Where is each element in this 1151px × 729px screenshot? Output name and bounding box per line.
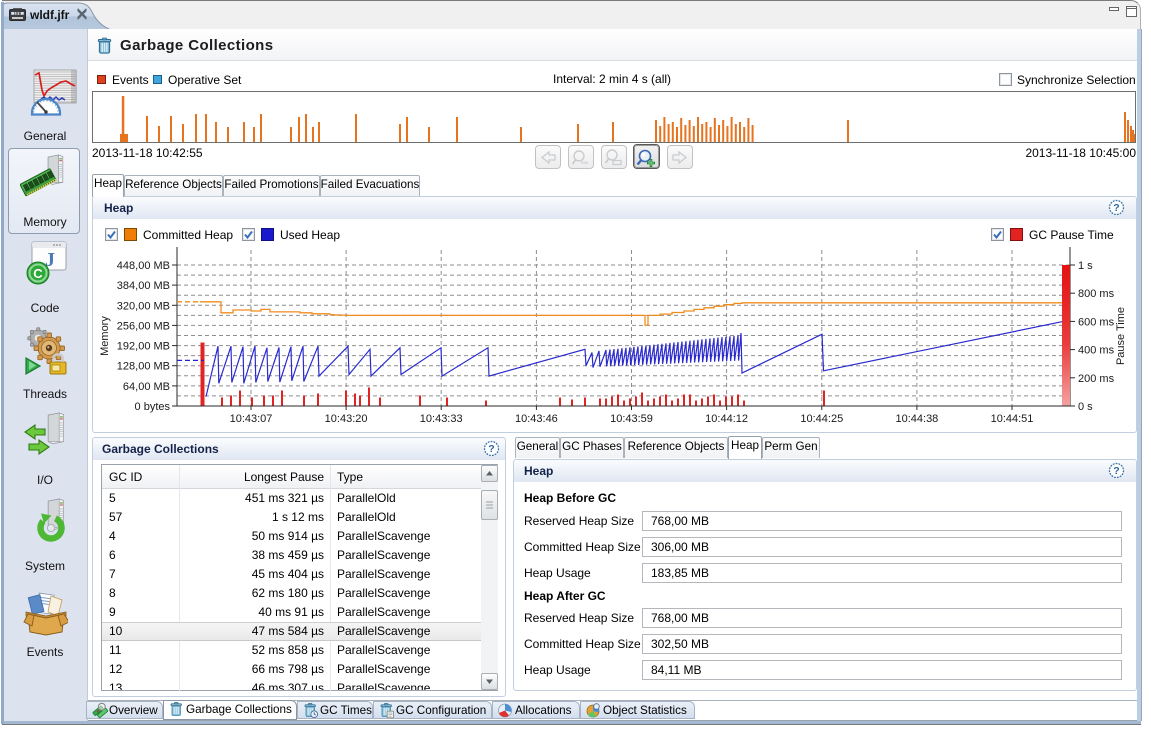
svg-text:320,00 MB: 320,00 MB (117, 300, 170, 312)
svg-text:?: ? (488, 443, 494, 455)
svg-text:448,00 MB: 448,00 MB (117, 260, 170, 272)
svg-text:10:43:59: 10:43:59 (610, 413, 653, 425)
svg-text:10:44:12: 10:44:12 (705, 413, 748, 425)
svg-text:10:43:20: 10:43:20 (325, 413, 368, 425)
svg-text:Pause Time: Pause Time (1115, 307, 1127, 365)
svg-text:64,00 MB: 64,00 MB (123, 381, 170, 393)
svg-text:10:43:33: 10:43:33 (420, 413, 463, 425)
svg-text:0 s: 0 s (1078, 401, 1093, 413)
svg-text:C: C (33, 266, 43, 281)
svg-text:10:44:51: 10:44:51 (991, 413, 1034, 425)
svg-text:384,00 MB: 384,00 MB (117, 280, 170, 292)
svg-text:10:44:25: 10:44:25 (800, 413, 843, 425)
svg-text:0 bytes: 0 bytes (135, 401, 171, 413)
svg-text:400 ms: 400 ms (1078, 345, 1115, 357)
svg-text:192,00 MB: 192,00 MB (117, 341, 170, 353)
svg-text:?: ? (1113, 202, 1119, 214)
svg-text:Memory: Memory (99, 316, 111, 356)
svg-text:10:44:38: 10:44:38 (895, 413, 938, 425)
svg-text:10:43:46: 10:43:46 (515, 413, 558, 425)
svg-text:10:43:07: 10:43:07 (230, 413, 273, 425)
svg-text:600 ms: 600 ms (1078, 316, 1115, 328)
svg-text:200 ms: 200 ms (1078, 373, 1115, 385)
svg-text:?: ? (1113, 465, 1119, 477)
svg-text:256,00 MB: 256,00 MB (117, 320, 170, 332)
svg-text:1 s: 1 s (1078, 260, 1093, 272)
svg-text:128,00 MB: 128,00 MB (117, 361, 170, 373)
svg-text:800 ms: 800 ms (1078, 288, 1115, 300)
